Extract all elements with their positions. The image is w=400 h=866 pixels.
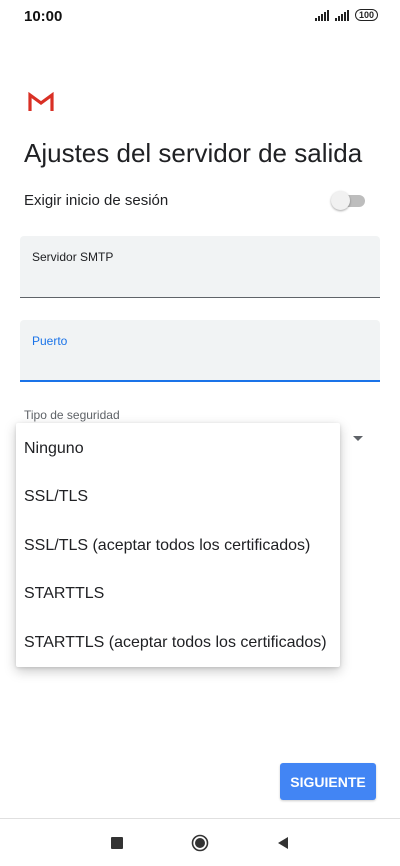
login-required-label: Exigir inicio de sesión [24,192,169,209]
menu-item-starttls[interactable]: STARTTLS [24,585,104,603]
security-type-label: Tipo de seguridad [24,408,120,422]
menu-item-ssl-tls[interactable]: SSL/TLS [24,488,88,506]
back-triangle-icon[interactable] [276,836,290,850]
status-time: 10:00 [24,8,63,25]
toggle-thumb [331,191,350,210]
next-button[interactable]: SIGUIENTE [280,763,376,800]
smtp-server-label: Servidor SMTP [32,250,114,264]
smtp-server-field[interactable]: Servidor SMTP [20,236,380,298]
login-required-toggle[interactable] [331,191,365,210]
home-circle-icon[interactable] [191,834,209,852]
recents-square-icon[interactable] [111,837,123,849]
port-field[interactable]: Puerto [20,320,380,382]
gmail-logo-icon [28,92,54,111]
menu-item-ssl-tls-all-certs[interactable]: SSL/TLS (aceptar todos los certificados) [24,537,310,555]
menu-item-ninguno[interactable]: Ninguno [24,440,84,458]
port-label: Puerto [32,334,68,348]
status-icons: 100 [314,9,378,21]
battery-icon: 100 [354,9,378,21]
page-title: Ajustes del servidor de salida [24,138,363,168]
nav-divider [0,818,400,819]
signal-icon-2 [334,9,349,21]
signal-icon [314,9,329,21]
dropdown-arrow-icon[interactable] [353,436,363,441]
security-type-menu: Ninguno SSL/TLS SSL/TLS (aceptar todos l… [16,423,340,667]
menu-item-starttls-all-certs[interactable]: STARTTLS (aceptar todos los certificados… [24,634,327,652]
